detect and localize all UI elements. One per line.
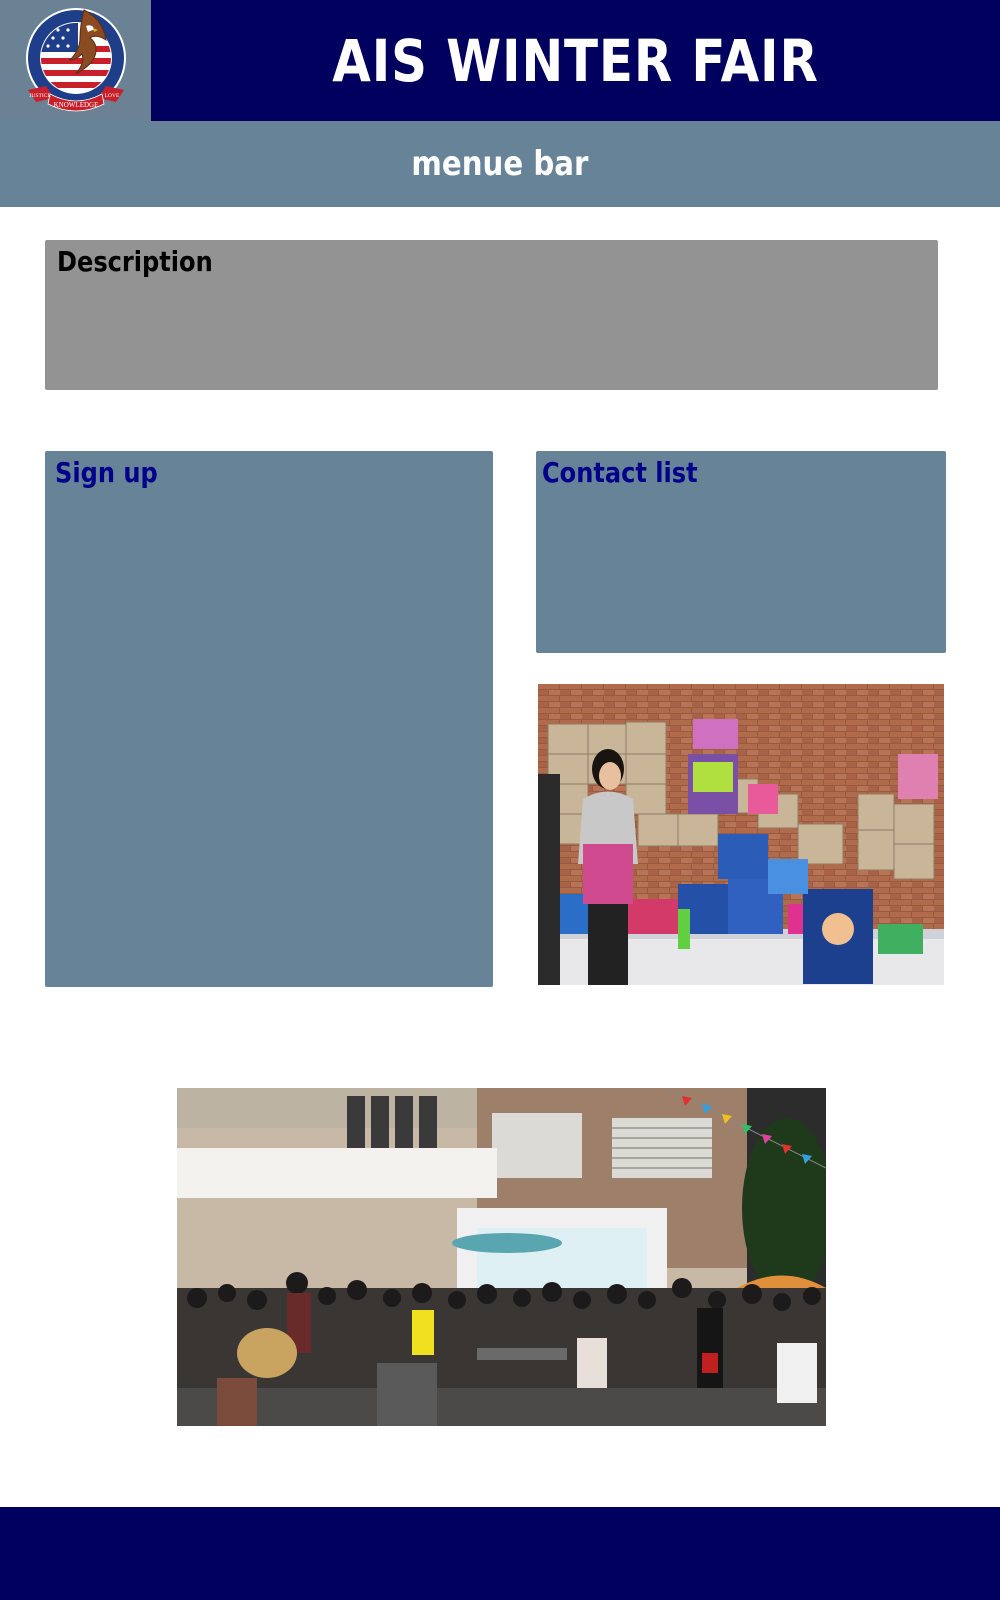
school-eagle-logo-icon: KNOWLEDGE JUSTICE LOVE xyxy=(26,8,126,112)
logo-container[interactable]: KNOWLEDGE JUSTICE LOVE xyxy=(0,0,151,121)
menu-bar-label: menue bar xyxy=(411,144,589,184)
svg-text:KNOWLEDGE: KNOWLEDGE xyxy=(54,101,99,109)
site-footer xyxy=(0,1507,1000,1600)
signup-title: Sign up xyxy=(55,456,158,489)
site-header: KNOWLEDGE JUSTICE LOVE AIS WINTER FAIR xyxy=(0,0,1000,121)
fair-crowd-photo xyxy=(177,1088,826,1426)
menu-bar[interactable]: menue bar xyxy=(0,121,1000,207)
toy-sale-photo xyxy=(538,684,944,985)
description-panel: Description xyxy=(45,240,938,390)
description-title: Description xyxy=(57,245,213,278)
svg-text:LOVE: LOVE xyxy=(105,93,120,99)
page: KNOWLEDGE JUSTICE LOVE AIS WINTER FAIR m… xyxy=(0,0,1000,1600)
contact-list-panel[interactable]: Contact list xyxy=(536,451,946,653)
page-title: AIS WINTER FAIR xyxy=(332,26,819,95)
signup-panel[interactable]: Sign up xyxy=(45,451,493,987)
contact-list-title: Contact list xyxy=(542,456,698,489)
svg-text:JUSTICE: JUSTICE xyxy=(29,93,51,99)
